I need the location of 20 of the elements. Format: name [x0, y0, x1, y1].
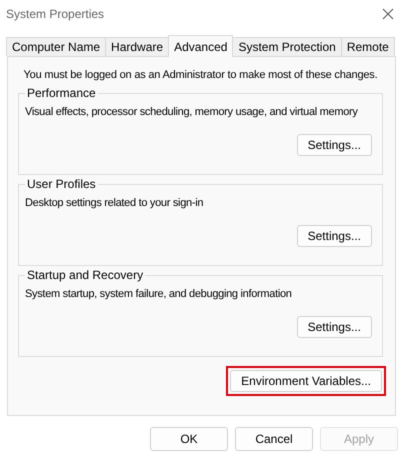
group-title: User Profiles — [25, 177, 98, 191]
close-icon[interactable] — [382, 8, 394, 20]
tab[interactable]: Computer Name — [6, 37, 106, 56]
environment-variables-button[interactable]: Environment Variables... — [230, 370, 382, 392]
settings-button[interactable]: Settings... — [296, 225, 372, 247]
window-title: System Properties — [6, 7, 104, 21]
group-description: System startup, system failure, and debugging information — [25, 288, 293, 300]
dialog-button[interactable]: Cancel — [235, 427, 313, 451]
group-title: Performance — [25, 86, 98, 100]
settings-button[interactable]: Settings... — [296, 134, 372, 156]
group-description: Visual effects, processor scheduling, memory usage, and virtual memory — [25, 106, 359, 118]
notice-text: You must be logged on as an Administrator to make most of these changes. — [22, 69, 378, 81]
tab[interactable]: Remote — [340, 37, 395, 56]
tab[interactable]: Advanced — [168, 35, 234, 57]
tab[interactable]: Hardware — [105, 37, 170, 56]
tab[interactable]: System Protection — [232, 37, 342, 56]
group-title: Startup and Recovery — [25, 268, 146, 282]
dialog-button[interactable]: OK — [150, 427, 228, 451]
group-description: Desktop settings related to your sign-in — [25, 197, 204, 209]
settings-button[interactable]: Settings... — [296, 316, 372, 338]
